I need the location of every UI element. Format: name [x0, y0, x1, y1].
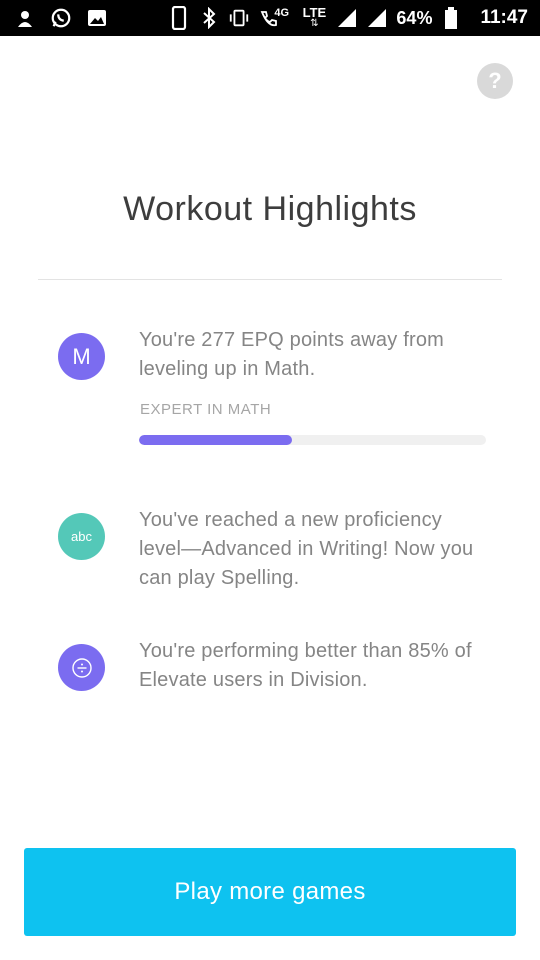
status-bar-left: [14, 0, 108, 36]
page-title: Workout Highlights: [123, 190, 417, 228]
math-progress-fill: [139, 435, 292, 445]
help-icon: ?: [488, 68, 502, 93]
highlight-math-label: EXPERT IN MATH: [140, 401, 272, 418]
network-label: 4G: [274, 7, 290, 19]
writing-icon: abc: [58, 513, 105, 560]
divider: [38, 279, 502, 280]
signal-icon-2: [366, 7, 388, 29]
math-progress-bar: [139, 435, 486, 445]
lte-indicator: LTE ⇅: [302, 5, 327, 29]
math-icon: M: [58, 333, 105, 380]
status-bar: 4G LTE ⇅ 64% 11:47: [0, 0, 540, 36]
bluetooth-icon: [198, 7, 220, 29]
status-bar-right: 4G LTE ⇅ 64% 11:47: [168, 0, 528, 36]
battery-icon: [440, 7, 462, 29]
phone-icon: [168, 6, 190, 30]
math-icon-letter: M: [72, 343, 91, 369]
clock: 11:47: [480, 7, 528, 28]
battery-percent: 64%: [396, 7, 433, 28]
writing-icon-letters: abc: [71, 529, 92, 544]
division-icon: [58, 644, 105, 691]
highlight-division-text: You're performing better than 85% of Ele…: [139, 640, 472, 691]
cat-notification-icon: [14, 7, 36, 29]
play-more-games-button[interactable]: Play more games: [24, 848, 516, 936]
call-icon: 4G: [258, 7, 292, 29]
highlight-math-text: You're 277 EPQ points away from leveling…: [139, 329, 444, 380]
vibrate-icon: [228, 7, 250, 29]
signal-icon: [336, 7, 358, 29]
whatsapp-icon: [50, 7, 72, 29]
help-button[interactable]: ?: [477, 63, 513, 99]
gallery-icon: [86, 7, 108, 29]
highlight-writing-text: You've reached a new proficiency level—A…: [139, 509, 474, 589]
